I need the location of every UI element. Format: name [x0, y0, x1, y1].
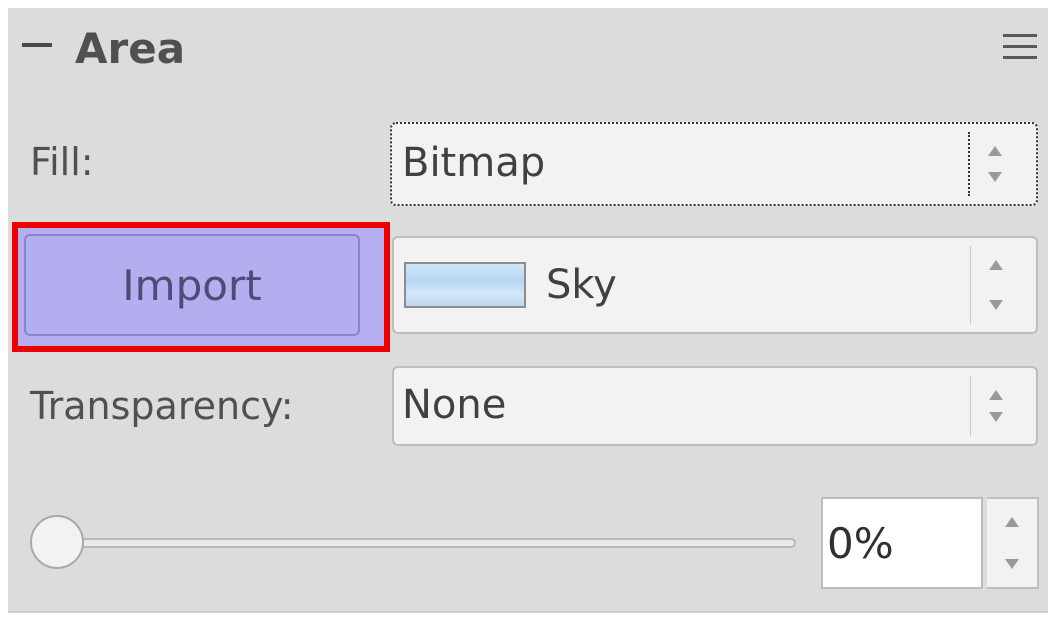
transparency-percent-value: 0%: [827, 519, 894, 568]
menu-icon[interactable]: [1003, 34, 1037, 62]
transparency-value: None: [402, 382, 507, 428]
spin-up-icon[interactable]: [989, 260, 1003, 270]
fill-dropdown[interactable]: Bitmap: [390, 122, 1038, 206]
import-button[interactable]: Import: [24, 234, 360, 336]
bitmap-spin-buttons[interactable]: [970, 246, 1023, 324]
transparency-percent-field[interactable]: 0%: [821, 497, 983, 589]
transparency-spin-buttons[interactable]: [970, 376, 1023, 436]
spin-up-icon[interactable]: [988, 146, 1002, 156]
sky-swatch-icon: [404, 262, 526, 308]
spin-down-icon[interactable]: [988, 172, 1002, 182]
spin-down-icon[interactable]: [1005, 559, 1019, 569]
fill-spin-buttons[interactable]: [968, 132, 1022, 196]
fill-label: Fill:: [30, 140, 94, 184]
fill-value: Bitmap: [402, 140, 546, 186]
spin-up-icon[interactable]: [989, 390, 1003, 400]
spin-up-icon[interactable]: [1005, 517, 1019, 527]
transparency-slider-track[interactable]: [60, 538, 796, 548]
bitmap-value: Sky: [546, 262, 617, 308]
spin-down-icon[interactable]: [989, 300, 1003, 310]
transparency-slider-handle[interactable]: [30, 515, 84, 569]
collapse-icon[interactable]: [22, 38, 58, 52]
spin-down-icon[interactable]: [989, 412, 1003, 422]
transparency-label: Transparency:: [30, 384, 294, 428]
transparency-percent-spin[interactable]: [987, 497, 1039, 589]
bitmap-dropdown[interactable]: Sky: [392, 236, 1038, 334]
panel-title: Area: [75, 24, 186, 73]
transparency-dropdown[interactable]: None: [392, 366, 1038, 446]
